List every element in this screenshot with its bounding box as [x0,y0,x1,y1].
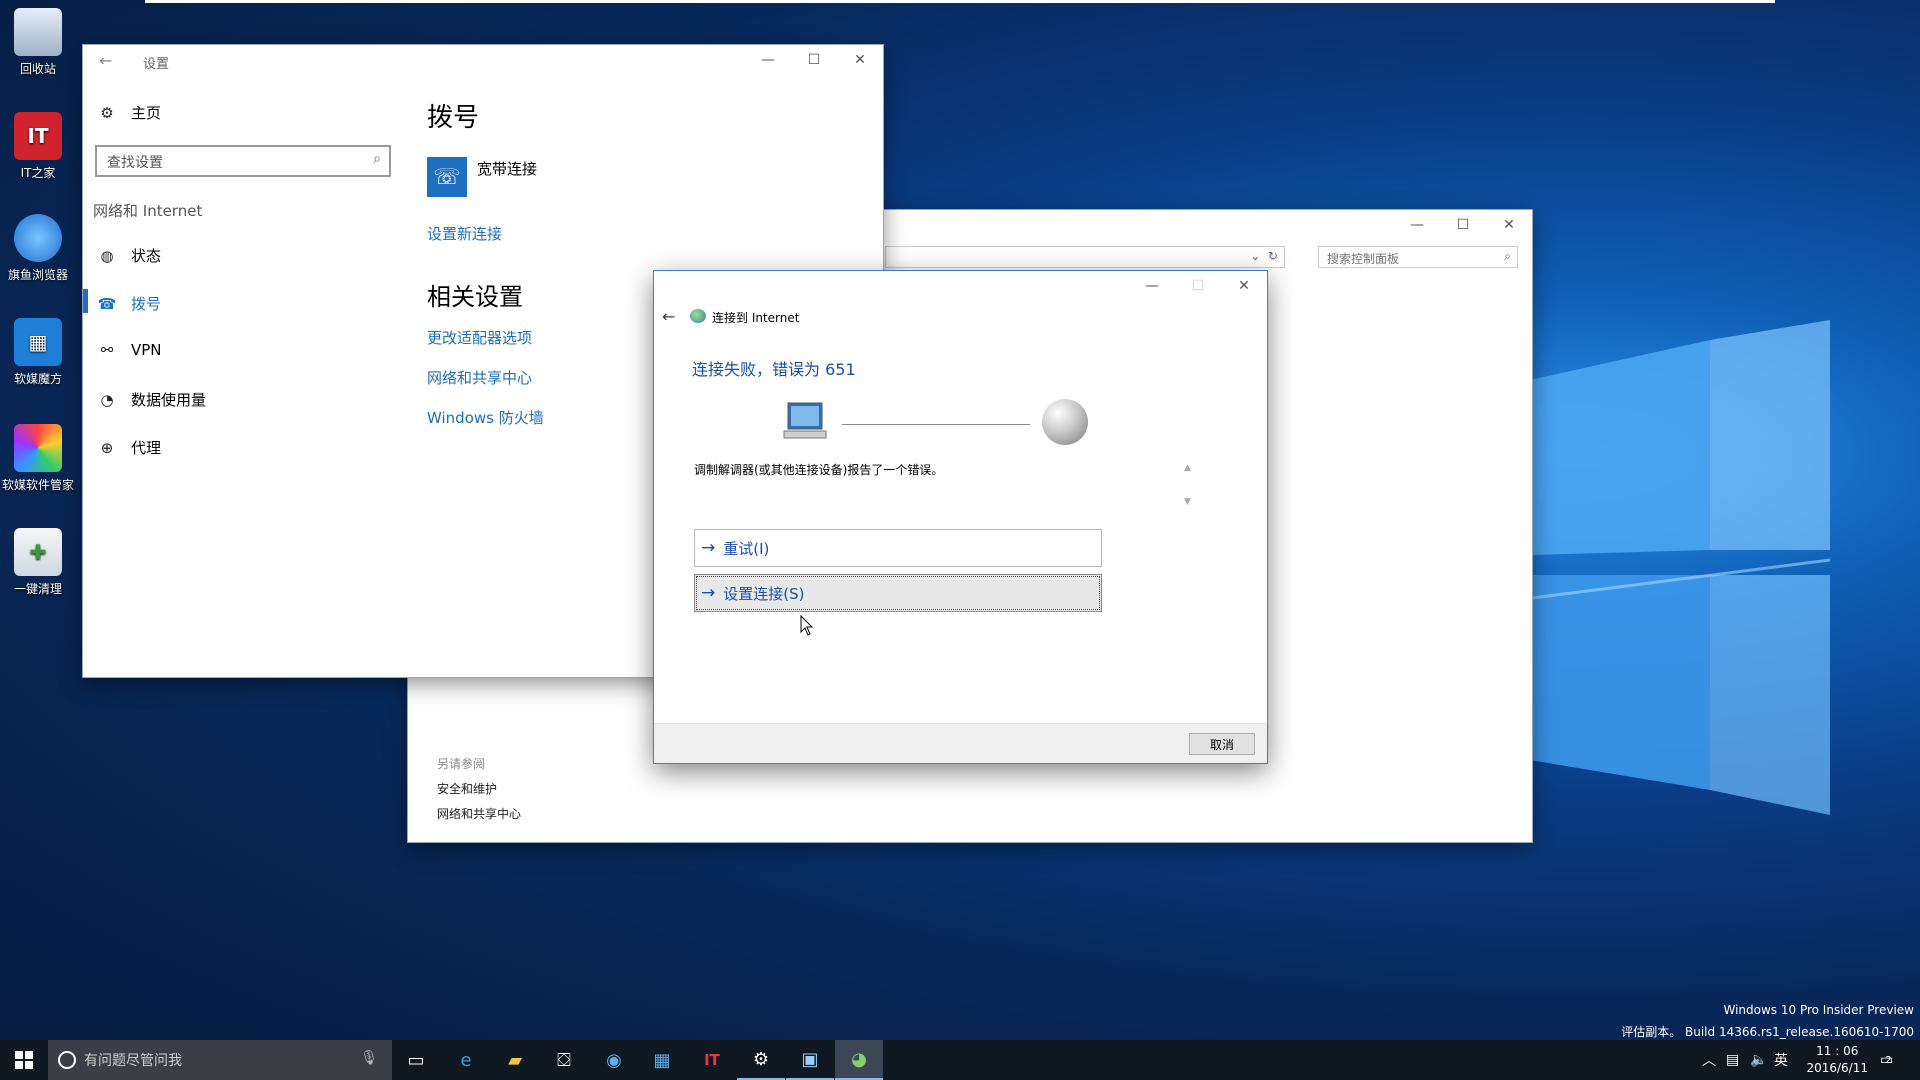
nav-section-title: 网络和 Internet [93,202,203,220]
globe-icon: ⊕ [100,438,114,457]
cancel-button[interactable]: 取消 [1189,733,1255,755]
build-watermark-line1: Windows 10 Pro Insider Preview [1723,1003,1914,1017]
control-panel-icon[interactable]: ▣ [786,1040,834,1080]
window-title: 设置 [143,57,170,72]
broadband-connection-icon[interactable]: ☏ [427,157,467,197]
settings-gear-icon[interactable]: ⚙ [737,1040,785,1080]
maximize-button: ☐ [1191,278,1205,294]
scroll-down-arrow-icon[interactable]: ▼ [1184,497,1191,507]
nav-item-proxy[interactable]: ⊕ 代理 [97,437,161,458]
close-button[interactable]: ✕ [1221,271,1267,301]
pie-chart-icon: ◔ [100,390,114,409]
scroll-up-arrow-icon[interactable]: ▲ [1184,463,1191,473]
broadband-connection-label[interactable]: 宽带连接 [477,158,537,179]
setup-new-connection-link[interactable]: 设置新连接 [427,223,502,244]
link-network-sharing-center[interactable]: 网络和共享中心 [427,367,532,388]
task-view-icon[interactable]: ▭ [392,1040,440,1080]
ithome-icon: IT [14,112,62,160]
mouse-cursor-icon [800,615,814,636]
internet-globe-icon [1042,399,1088,445]
control-panel-search[interactable]: 搜索控制面板 ⌕ [1318,246,1518,268]
globe-icon: ◍ [100,246,114,265]
edge-browser-icon[interactable]: e [442,1040,490,1080]
build-watermark-line2: 评估副本。 Build 14366.rs1_release.160610-170… [1621,1025,1914,1039]
taskbar: 有问题尽管问我 🎙 ▭ e ▰ ⛋ ◉ ▦ IT ⚙ ▣ ◕ ︿ ▤ 🔈 英 1… [0,1040,1920,1080]
desktop-icon-cube[interactable]: ▦ 软媒魔方 [0,318,76,387]
error-heading: 连接失败，错误为 651 [692,360,856,379]
connect-to-internet-dialog: — ☐ ✕ ← 连接到 Internet 连接失败，错误为 651 调制解调器(… [654,271,1267,763]
setup-connection-command-button[interactable]: → 设置连接(S) [694,574,1102,612]
link-windows-firewall[interactable]: Windows 防火墙 [427,407,544,428]
microphone-icon[interactable]: 🎙 [360,1050,378,1066]
nav-home[interactable]: ⚙ 主页 [97,102,161,123]
close-button[interactable]: ✕ [837,45,883,75]
search-icon: ⌕ [373,151,381,167]
see-also-label: 另请参阅 [437,757,486,771]
link-adapter-options[interactable]: 更改适配器选项 [427,327,532,348]
back-arrow-icon[interactable]: ← [662,307,675,326]
retry-command-button[interactable]: → 重试(I) [694,529,1102,567]
minimize-button[interactable]: — [745,45,791,75]
desktop-icon-cleanup[interactable]: ✚ 一键清理 [0,528,76,597]
nav-item-status[interactable]: ◍ 状态 [97,245,161,266]
address-bar-dropdown[interactable]: ⌄ ↻ [885,246,1285,268]
arrow-right-icon: → [701,538,716,558]
network-wizard-icon [690,309,706,323]
gear-icon: ⚙ [100,103,114,122]
dialog-title: 连接到 Internet [712,311,800,325]
arrow-right-icon: → [701,583,716,603]
maximize-button[interactable]: ☐ [1440,210,1486,240]
top-edge [145,0,1775,3]
store-icon[interactable]: ⛋ [540,1040,588,1080]
show-hidden-icons-chevron-icon[interactable]: ︿ [1702,1040,1716,1080]
related-settings-heading: 相关设置 [427,283,523,311]
search-icon: ⌕ [1504,249,1511,263]
page-title: 拨号 [427,103,480,133]
browser-icon [14,214,62,262]
start-button[interactable] [0,1040,48,1080]
browser-icon[interactable]: ◉ [590,1040,638,1080]
desktop-icon-browser[interactable]: 旗鱼浏览器 [0,214,76,283]
nav-item-dialup[interactable]: ☎ 拨号 [97,293,161,314]
vpn-icon: ⚯ [100,341,114,359]
connection-line [842,424,1030,425]
nav-item-vpn[interactable]: ⚯ VPN [97,341,162,359]
desktop-icon-software-manager[interactable]: 软媒软件管家 [0,424,76,493]
settings-search-input[interactable]: 查找设置 ⌕ [95,145,391,177]
network-status-icon[interactable]: ▤ [1726,1040,1739,1080]
cortana-icon [58,1051,76,1069]
link-network-sharing-center[interactable]: 网络和共享中心 [437,805,521,822]
clock[interactable]: 11 : 06 2016/6/11 [1806,1043,1868,1077]
minimize-button[interactable]: — [1394,210,1440,240]
ime-indicator[interactable]: 英 [1774,1040,1788,1080]
maximize-button[interactable]: ☐ [791,45,837,75]
dialog-footer: 取消 [654,723,1267,763]
windows-start-icon [15,1051,33,1069]
ithome-icon[interactable]: IT [688,1040,736,1080]
cortana-search-box[interactable]: 有问题尽管问我 🎙 [48,1040,392,1080]
file-explorer-icon[interactable]: ▰ [491,1040,539,1080]
computer-icon [783,402,827,439]
software-manager-icon [14,424,62,472]
cleanup-icon: ✚ [14,528,62,576]
nav-selection-marker [83,289,88,313]
desktop-icon-recycle-bin[interactable]: 回收站 [0,8,76,77]
back-arrow-icon[interactable]: ← [99,51,112,70]
action-center-icon[interactable]: ▭ 2 [1880,1040,1893,1080]
cube-icon: ▦ [14,318,62,366]
nav-item-data-usage[interactable]: ◔ 数据使用量 [97,389,206,410]
volume-icon[interactable]: 🔈 [1750,1040,1767,1080]
link-security-maintenance[interactable]: 安全和维护 [437,780,497,797]
cube-icon[interactable]: ▦ [638,1040,686,1080]
error-message: 调制解调器(或其他连接设备)报告了一个错误。 [694,463,944,477]
dialup-icon: ☎ [97,294,117,313]
desktop-icon-ithome[interactable]: IT IT之家 [0,112,76,181]
close-button[interactable]: ✕ [1486,210,1532,240]
network-wizard-icon[interactable]: ◕ [835,1040,883,1080]
minimize-button[interactable]: — [1129,271,1175,301]
recycle-bin-icon [14,8,62,56]
